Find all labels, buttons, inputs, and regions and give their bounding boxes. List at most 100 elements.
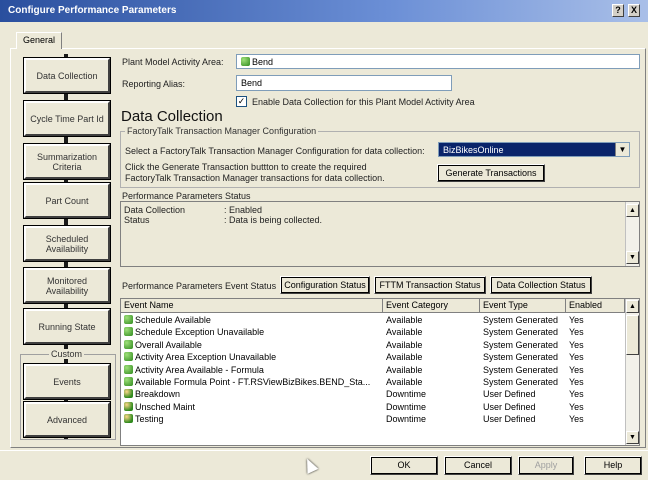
event-name-cell: Breakdown	[121, 388, 383, 400]
event-name-cell: Schedule Exception Unavailable	[121, 326, 383, 338]
event-category-cell: Downtime	[386, 389, 427, 400]
event-name-cell: Testing	[121, 413, 383, 425]
event-name-text: Breakdown	[135, 389, 181, 400]
event-category-cell: Downtime	[386, 401, 427, 412]
grid-scrollbar[interactable]: ▲ ▼	[625, 299, 639, 445]
alias-label: Reporting Alias:	[122, 79, 186, 89]
fttm-transaction-status-button[interactable]: FTTM Transaction Status	[374, 276, 486, 294]
scroll-down-icon[interactable]: ▼	[626, 251, 639, 264]
table-row[interactable]: Testing Downtime User Defined Yes	[121, 413, 625, 425]
scroll-up-icon[interactable]: ▲	[626, 204, 639, 217]
nav-data-collection-button[interactable]: Data Collection	[24, 58, 110, 93]
table-row[interactable]: Schedule Available Available System Genera…	[121, 314, 625, 326]
scroll-up-icon[interactable]: ▲	[626, 300, 639, 313]
nav-cycle-time-button[interactable]: Cycle Time Part Id	[24, 101, 110, 136]
configuration-status-button[interactable]: Configuration Status	[280, 276, 370, 294]
fttm-description-line2: FactoryTalk Transaction Manager transact…	[125, 173, 385, 183]
event-name-cell: Schedule Available	[121, 314, 383, 326]
status-row-value: : Data is being collected.	[224, 215, 323, 225]
scroll-down-icon[interactable]: ▼	[626, 431, 639, 444]
nav-summarization-button[interactable]: Summarization Criteria	[24, 144, 110, 179]
event-name-cell: Activity Area Available - Formula	[121, 364, 383, 376]
generate-transactions-button[interactable]: Generate Transactions	[437, 164, 545, 182]
event-name-text: Activity Area Exception Unavailable	[135, 352, 277, 363]
enable-data-collection-checkbox[interactable]: ✓	[236, 96, 247, 107]
fttm-group-title: FactoryTalk Transaction Manager Configur…	[125, 126, 319, 136]
status-title: Performance Parameters Status	[122, 191, 251, 201]
event-name-cell: Activity Area Exception Unavailable	[121, 351, 383, 363]
nav-monitored-availability-button[interactable]: Monitored Availability	[24, 268, 110, 303]
activity-area-field[interactable]: Bend	[236, 54, 640, 69]
event-type-cell: System Generated	[483, 315, 559, 325]
column-header-type[interactable]: Event Type	[480, 299, 566, 312]
nav-flow: Data Collection Cycle Time Part Id Summa…	[20, 52, 116, 442]
available-event-icon	[124, 377, 133, 386]
scroll-thumb[interactable]	[626, 315, 639, 355]
fttm-description-line1: Click the Generate Transaction buttton t…	[125, 162, 367, 172]
table-row[interactable]: Available Formula Point - FT.RSViewBizBi…	[121, 376, 625, 388]
event-type-cell: User Defined	[483, 414, 536, 425]
apply-button[interactable]: Apply	[518, 456, 574, 475]
table-row[interactable]: Unsched Maint Downtime User Defined Yes	[121, 401, 625, 413]
event-name-text: Overall Available	[135, 339, 202, 350]
table-row[interactable]: Activity Area Available - Formula Availab…	[121, 364, 625, 376]
fttm-selected-value: BizBikesOnline	[443, 145, 504, 155]
event-type-cell: System Generated	[483, 327, 559, 338]
chevron-down-icon[interactable]: ▼	[615, 143, 629, 156]
column-header-enabled[interactable]: Enabled	[566, 299, 625, 312]
tab-general[interactable]: General	[16, 32, 63, 49]
event-name-cell: Available Formula Point - FT.RSViewBizBi…	[121, 376, 383, 388]
available-event-icon	[124, 364, 133, 374]
available-event-icon	[124, 339, 133, 349]
event-status-grid[interactable]: Event Name Event Category Event Type Ena…	[120, 298, 640, 446]
nav-scheduled-availability-button[interactable]: Scheduled Availability	[24, 226, 110, 261]
event-name-text: Activity Area Available - Formula	[135, 364, 264, 375]
event-type-cell: System Generated	[483, 364, 559, 375]
downtime-event-icon	[124, 414, 133, 424]
event-category-cell: Available	[386, 327, 423, 338]
help-title-button[interactable]: ?	[612, 4, 624, 17]
alias-input[interactable]: Bend	[236, 75, 452, 91]
data-collection-status-button[interactable]: Data Collection Status	[490, 276, 592, 294]
event-type-cell: System Generated	[483, 339, 559, 350]
fttm-config-select[interactable]: BizBikesOnline ▼	[438, 142, 630, 157]
event-enabled-cell: Yes	[569, 401, 584, 412]
close-title-button[interactable]: X	[628, 4, 640, 17]
nav-events-button[interactable]: Events	[24, 364, 110, 399]
table-row[interactable]: Schedule Exception Unavailable Available S…	[121, 326, 625, 338]
status-row-key: Data Collection	[124, 205, 186, 215]
event-name-text: Schedule Available	[135, 315, 211, 325]
event-name-cell: Unsched Maint	[121, 401, 383, 413]
event-name-cell: Overall Available	[121, 339, 383, 351]
cancel-button[interactable]: Cancel	[444, 456, 512, 475]
column-header-event-name[interactable]: Event Name	[121, 299, 383, 312]
event-name-text: Testing	[135, 414, 164, 425]
event-enabled-cell: Yes	[569, 327, 584, 338]
nav-part-count-button[interactable]: Part Count	[24, 183, 110, 218]
event-category-cell: Available	[386, 364, 423, 375]
event-category-cell: Downtime	[386, 414, 427, 425]
status-scrollbar[interactable]: ▲ ▼	[625, 202, 639, 266]
activity-area-value: Bend	[252, 57, 274, 67]
activity-area-label: Plant Model Activity Area:	[122, 57, 224, 67]
activity-area-icon	[241, 57, 250, 66]
window-title: Configure Performance Parameters	[8, 5, 177, 16]
nav-running-state-button[interactable]: Running State	[24, 309, 110, 344]
event-type-cell: System Generated	[483, 352, 559, 363]
event-enabled-cell: Yes	[569, 414, 584, 425]
help-button[interactable]: Help	[584, 456, 642, 475]
event-enabled-cell: Yes	[569, 315, 584, 325]
event-name-text: Available Formula Point - FT.RSViewBizBi…	[135, 377, 371, 387]
nav-advanced-button[interactable]: Advanced	[24, 402, 110, 437]
status-row-value: : Enabled	[224, 205, 263, 215]
event-category-cell: Available	[386, 352, 423, 363]
table-row[interactable]: Overall Available Available System Generat…	[121, 339, 625, 351]
ok-button[interactable]: OK	[370, 456, 438, 475]
table-row[interactable]: Activity Area Exception Unavailable Avail…	[121, 351, 625, 363]
status-panel: Data Collection : Enabled Status : Data …	[120, 201, 640, 267]
table-row[interactable]: Breakdown Downtime User Defined Yes	[121, 388, 625, 400]
available-event-icon	[124, 315, 133, 324]
column-header-category[interactable]: Event Category	[383, 299, 480, 312]
event-category-cell: Available	[386, 315, 423, 325]
event-enabled-cell: Yes	[569, 389, 584, 400]
